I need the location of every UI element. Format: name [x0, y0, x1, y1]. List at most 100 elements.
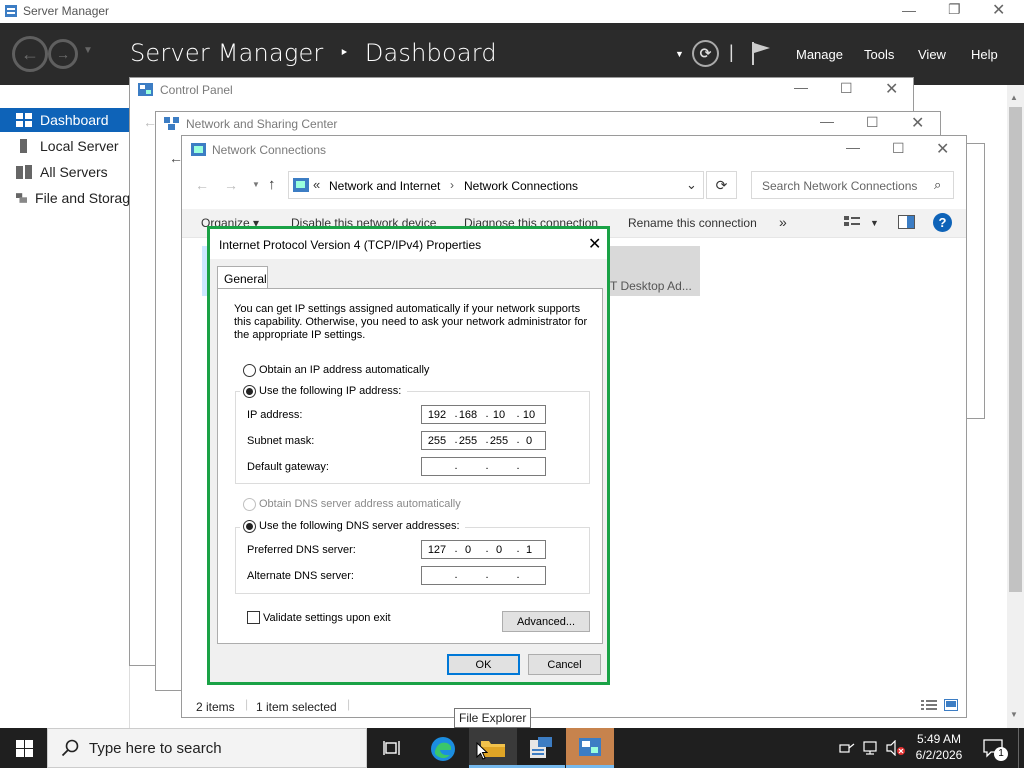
- subnet-octet-2[interactable]: 255: [458, 435, 478, 447]
- large-icons-view-icon[interactable]: [944, 699, 958, 711]
- validate-checkbox[interactable]: [247, 611, 260, 624]
- auto-dns-label[interactable]: Obtain DNS server address automatically: [259, 498, 461, 510]
- tab-general[interactable]: General: [217, 266, 268, 289]
- maximize-button[interactable]: ☐: [892, 140, 905, 157]
- close-button[interactable]: ✕: [936, 139, 949, 159]
- maximize-button[interactable]: ☐: [840, 80, 853, 97]
- close-button[interactable]: ✕: [885, 79, 898, 99]
- cancel-button[interactable]: Cancel: [528, 654, 601, 675]
- ip-address-field[interactable]: 192. 168. 10. 10: [421, 405, 546, 424]
- search-icon: [61, 739, 79, 757]
- nav-dashboard[interactable]: Dashboard: [0, 108, 130, 132]
- subnet-octet-4[interactable]: 0: [519, 435, 539, 447]
- more-commands-button[interactable]: »: [779, 214, 787, 230]
- clock[interactable]: 5:49 AM 6/2/2026: [908, 732, 970, 762]
- back-icon[interactable]: ←: [195, 177, 209, 193]
- task-view-icon[interactable]: [383, 740, 401, 756]
- refresh-dropdown-icon[interactable]: ▼: [675, 49, 684, 59]
- history-dropdown-icon[interactable]: ▼: [83, 45, 93, 56]
- ok-button[interactable]: OK: [447, 654, 520, 675]
- close-button[interactable]: ✕: [911, 113, 924, 133]
- nav-all-servers[interactable]: All Servers: [0, 160, 130, 184]
- adapter-item-highlight[interactable]: T Desktop Ad...: [600, 246, 700, 296]
- ip-octet-3[interactable]: 10: [489, 409, 509, 421]
- auto-ip-label[interactable]: Obtain an IP address automatically: [259, 364, 429, 376]
- address-bar[interactable]: « Network and Internet › Network Connect…: [288, 171, 704, 199]
- manual-dns-label[interactable]: Use the following DNS server addresses:: [259, 520, 460, 532]
- address-dropdown-icon[interactable]: ⌄: [686, 177, 697, 193]
- control-panel-taskbar-button[interactable]: [566, 728, 614, 768]
- view-dropdown-icon[interactable]: ▼: [870, 218, 879, 228]
- server-manager-scrollbar[interactable]: ▲ ▼: [1007, 85, 1024, 728]
- minimize-button[interactable]: —: [794, 79, 808, 95]
- restore-button[interactable]: ❐: [948, 1, 961, 18]
- network-icon: [164, 117, 179, 130]
- show-desktop-button[interactable]: [1018, 728, 1019, 768]
- up-icon[interactable]: ↑: [268, 176, 276, 193]
- menu-view[interactable]: View: [918, 47, 946, 62]
- scroll-up-icon[interactable]: ▲: [1010, 93, 1018, 102]
- windows-start-icon[interactable]: [16, 740, 33, 757]
- auto-ip-radio[interactable]: [243, 364, 256, 377]
- pref-dns-octet-1[interactable]: 127: [427, 544, 447, 556]
- pref-dns-octet-3[interactable]: 0: [489, 544, 509, 556]
- preview-pane-icon[interactable]: [898, 215, 915, 229]
- nav-local-server[interactable]: Local Server: [0, 134, 130, 158]
- scroll-down-icon[interactable]: ▼: [1010, 710, 1018, 719]
- minimize-button[interactable]: —: [846, 139, 860, 155]
- scroll-thumb[interactable]: [1009, 107, 1022, 592]
- refresh-icon[interactable]: ⟳: [706, 171, 737, 199]
- alternate-dns-field[interactable]: . . .: [421, 566, 546, 585]
- server-manager-taskbar-button[interactable]: [517, 728, 565, 768]
- auto-dns-radio[interactable]: [243, 498, 256, 511]
- people-icon[interactable]: [839, 741, 855, 755]
- nav-label: Local Server: [40, 138, 119, 154]
- default-gateway-field[interactable]: . . .: [421, 457, 546, 476]
- manual-dns-radio[interactable]: [243, 520, 256, 533]
- breadcrumb-network-internet[interactable]: Network and Internet: [329, 179, 440, 193]
- search-icon[interactable]: ⌕: [934, 177, 941, 193]
- manual-ip-radio[interactable]: [243, 385, 256, 398]
- help-icon[interactable]: ?: [933, 213, 952, 232]
- maximize-button[interactable]: ☐: [866, 114, 879, 131]
- ip-octet-2[interactable]: 168: [458, 409, 478, 421]
- close-button[interactable]: ✕: [992, 0, 1005, 20]
- minimize-button[interactable]: —: [820, 113, 834, 129]
- breadcrumb-overflow[interactable]: «: [313, 177, 320, 192]
- menu-tools[interactable]: Tools: [864, 47, 894, 62]
- back-icon[interactable]: ←: [12, 36, 48, 72]
- subnet-octet-1[interactable]: 255: [427, 435, 447, 447]
- manual-ip-label[interactable]: Use the following IP address:: [259, 385, 401, 397]
- refresh-icon[interactable]: ⟳: [692, 40, 719, 67]
- window-title: Server Manager: [23, 4, 110, 18]
- details-view-icon[interactable]: [921, 699, 937, 711]
- notifications-flag-icon[interactable]: [750, 40, 772, 66]
- subnet-mask-field[interactable]: 255. 255. 255. 0: [421, 431, 546, 450]
- edge-browser-icon[interactable]: [430, 736, 456, 762]
- close-button[interactable]: ✕: [588, 234, 601, 254]
- menu-help[interactable]: Help: [971, 47, 998, 62]
- window-title: Control Panel: [160, 83, 233, 97]
- menu-manage[interactable]: Manage: [796, 47, 843, 62]
- pref-dns-octet-2[interactable]: 0: [458, 544, 478, 556]
- validate-label[interactable]: Validate settings upon exit: [263, 612, 391, 624]
- breadcrumb-network-connections[interactable]: Network Connections: [464, 179, 578, 193]
- minimize-button[interactable]: —: [902, 2, 916, 18]
- ip-octet-4[interactable]: 10: [519, 409, 539, 421]
- volume-muted-icon[interactable]: [886, 740, 906, 756]
- pref-dns-octet-4[interactable]: 1: [519, 544, 539, 556]
- forward-icon[interactable]: →: [224, 177, 238, 193]
- search-box[interactable]: Search Network Connections ⌕: [751, 171, 954, 199]
- forward-icon[interactable]: →: [48, 39, 78, 69]
- network-tray-icon[interactable]: [863, 741, 881, 755]
- ip-octet-1[interactable]: 192: [427, 409, 447, 421]
- breadcrumb-root[interactable]: Server Manager: [130, 39, 324, 67]
- nav-file-storage[interactable]: File and Storag: [0, 186, 130, 210]
- recent-dropdown-icon[interactable]: ▼: [252, 180, 260, 189]
- subnet-octet-3[interactable]: 255: [489, 435, 509, 447]
- preferred-dns-field[interactable]: 127. 0. 0. 1: [421, 540, 546, 559]
- rename-button[interactable]: Rename this connection: [628, 216, 757, 230]
- taskbar-search[interactable]: Type here to search: [47, 728, 367, 768]
- change-view-icon[interactable]: [844, 216, 860, 230]
- advanced-button[interactable]: Advanced...: [502, 611, 590, 632]
